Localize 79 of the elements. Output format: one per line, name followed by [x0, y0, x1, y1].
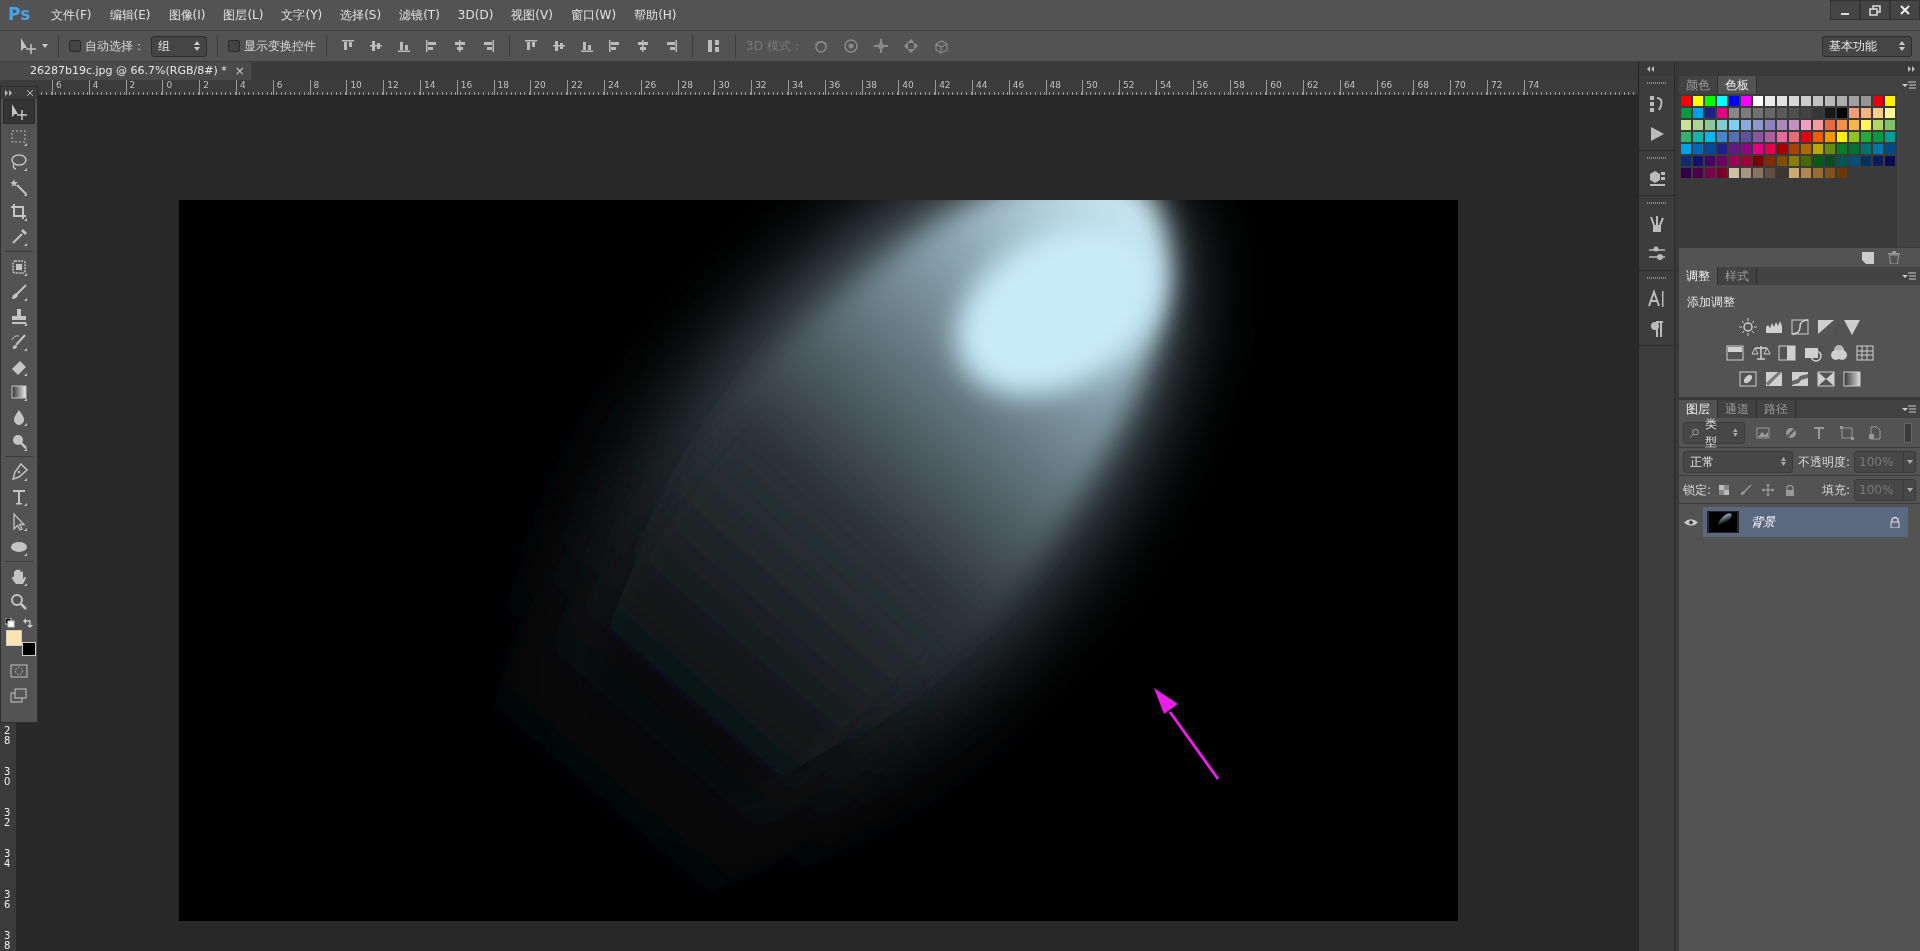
menu-item[interactable]: 帮助(H) — [625, 6, 686, 24]
checkbox-label: 自动选择： — [85, 38, 145, 55]
ruler-label: 42 — [935, 80, 972, 95]
ruler-label: 72 — [1487, 80, 1524, 95]
ruler-label: 46 — [1008, 80, 1046, 95]
ruler-label: 50 — [1082, 80, 1120, 95]
menu-item[interactable]: 图层(L) — [214, 6, 273, 24]
ruler-label: 34 — [787, 80, 825, 95]
document-tab[interactable]: 26287b19c.jpg @ 66.7%(RGB/8#) * × — [0, 62, 251, 80]
close-button[interactable]: × — [234, 65, 245, 77]
ruler-label: 62 — [1303, 80, 1340, 95]
panel-tab[interactable]: 图层 — [1679, 400, 1718, 418]
ruler-label: 60 — [1266, 80, 1304, 95]
field-label: 锁定: — [1683, 481, 1712, 499]
ruler-label: 6 — [52, 80, 89, 95]
ruler-label: 2 — [199, 80, 236, 95]
ruler-label: 4 — [88, 80, 126, 95]
ruler-label: 58 — [1229, 80, 1267, 95]
menu-item[interactable]: 视图(V) — [502, 6, 562, 24]
ruler-label: 54 — [1155, 80, 1193, 95]
menu-item[interactable]: 编辑(E) — [100, 6, 160, 24]
menu-item[interactable]: 文件(F) — [42, 6, 101, 24]
ruler-label: 68 — [1413, 80, 1451, 95]
menu-item[interactable]: 窗口(W) — [561, 6, 626, 24]
blend-mode-dropdown[interactable]: 正常 — [1683, 450, 1793, 473]
menu-item[interactable]: 选择(S) — [331, 6, 391, 24]
ruler-label: 26 — [640, 80, 678, 95]
ruler-label: 40 — [898, 80, 936, 95]
ruler-label: 44 — [971, 80, 1009, 95]
ruler-label: 56 — [1192, 80, 1230, 95]
ruler-label: 30 — [714, 80, 752, 95]
ruler-label: 12 — [383, 80, 420, 95]
ruler-label: 6 — [272, 80, 310, 95]
panel-tab[interactable]: 调整 — [1679, 267, 1718, 285]
dropdown-value: 正常 — [1690, 453, 1714, 471]
ruler-label: 36 — [824, 80, 862, 95]
app-logo: Ps — [7, 3, 32, 27]
ruler-label: 74 — [1523, 80, 1561, 95]
workspace-dropdown[interactable]: 基本功能 — [1822, 35, 1912, 57]
menu-item[interactable]: 文字(Y) — [272, 6, 332, 24]
ruler-label: 0 — [162, 80, 200, 95]
ruler-label: 34 — [4, 849, 11, 869]
ruler-label: 32 — [751, 80, 788, 95]
ruler-label: 20 — [530, 80, 568, 95]
layer-row[interactable]: 背景 — [1679, 507, 1908, 537]
target-dropdown[interactable]: 组 — [151, 35, 207, 57]
ruler-label: 10 — [346, 80, 384, 95]
ruler-label: 8 — [309, 80, 347, 95]
ruler-label: 14 — [419, 80, 457, 95]
ruler-label: 4 — [236, 80, 273, 95]
ruler-label: 66 — [1376, 80, 1414, 95]
dropdown-value: 组 — [158, 38, 170, 55]
menu-item[interactable]: 滤镜(T) — [390, 6, 449, 24]
dropdown-value: 基本功能 — [1829, 38, 1877, 55]
menu-item[interactable]: 图像(I) — [159, 6, 215, 24]
ruler-label: 24 — [603, 80, 641, 95]
ruler-label: 30 — [4, 767, 11, 787]
checkbox-label: 显示变换控件 — [244, 38, 316, 55]
ruler-label: 48 — [1045, 80, 1083, 95]
panel-heading: 添加调整 — [1687, 294, 1736, 311]
ruler-label: 28 — [677, 80, 715, 95]
layer-name: 背景 — [1751, 514, 1775, 531]
ruler-label: 28 — [4, 726, 11, 746]
ruler-label: 16 — [456, 80, 494, 95]
menu-item[interactable]: 3D(D) — [448, 6, 503, 24]
ruler-label: 64 — [1339, 80, 1377, 95]
ruler-label: 22 — [567, 80, 604, 95]
panel-tab[interactable]: 色板 — [1718, 76, 1757, 94]
field-label: 填充: — [1821, 481, 1850, 499]
ruler-label: 38 — [861, 80, 899, 95]
ruler-label: 18 — [493, 80, 531, 95]
field-label: 不透明度: — [1797, 453, 1850, 471]
ruler-label: 52 — [1119, 80, 1156, 95]
ruler-label: 38 — [4, 931, 11, 951]
ruler-label: 70 — [1450, 80, 1488, 95]
ruler-label: 36 — [4, 890, 11, 910]
ruler-label: 32 — [4, 808, 11, 828]
ruler-label: 2 — [125, 80, 163, 95]
tab-title: 26287b19c.jpg @ 66.7%(RGB/8#) * — [30, 62, 227, 79]
